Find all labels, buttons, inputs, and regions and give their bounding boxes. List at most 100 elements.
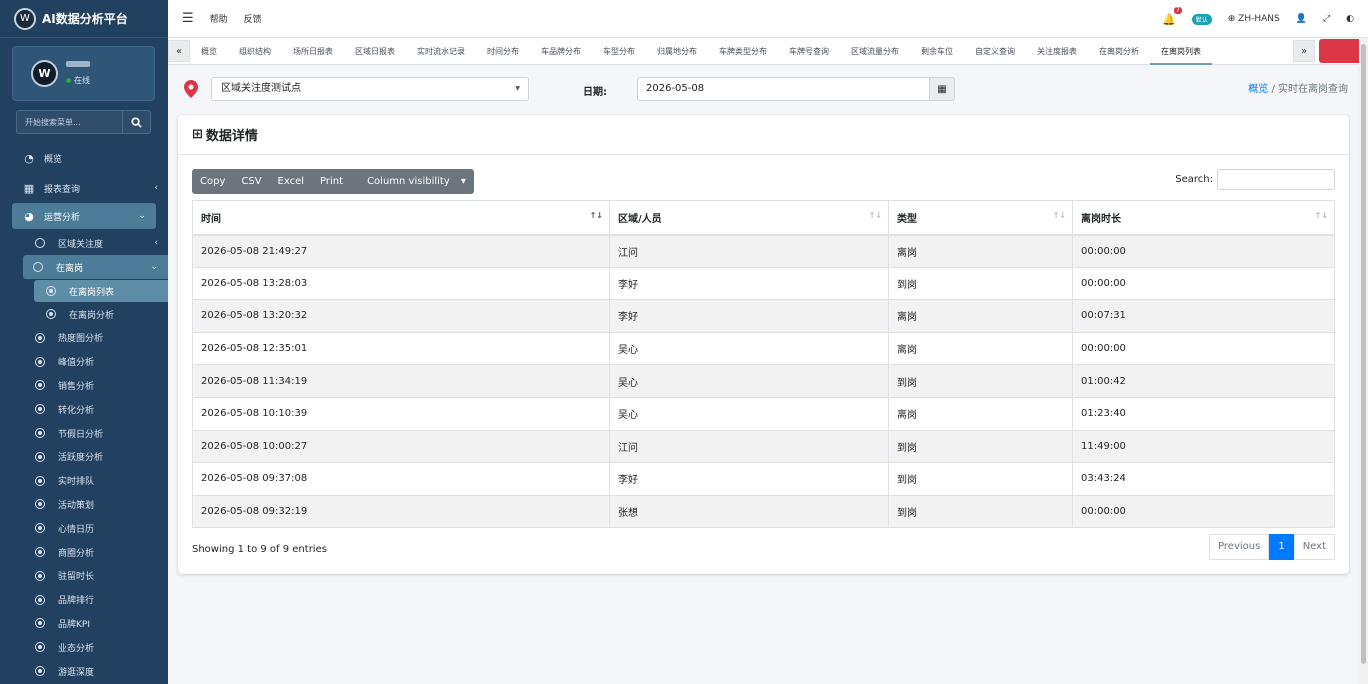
logo-icon: W <box>14 7 36 30</box>
sort-icon: ↑↓ <box>1314 211 1328 220</box>
tab-item[interactable]: 场所日报表 <box>282 38 344 65</box>
table-search-input[interactable] <box>1217 169 1335 190</box>
sidebar-item-onoff-list[interactable]: 在离岗列表 <box>34 280 168 302</box>
table-cell: 00:00:00 <box>1072 494 1335 529</box>
breadcrumb-home[interactable]: 概览 <box>1248 84 1268 95</box>
sidebar-item[interactable]: 实时排队 <box>0 469 168 493</box>
user-name <box>66 61 90 67</box>
tab-item[interactable]: 组织结构 <box>228 38 282 65</box>
sidebar-item[interactable]: 商圈分析 <box>0 540 168 564</box>
theme-palette-icon[interactable]: ◐ <box>1346 14 1354 24</box>
sidebar-item[interactable]: 品牌排行 <box>0 588 168 612</box>
copy-button[interactable]: Copy <box>192 169 233 194</box>
sidebar-search <box>16 110 151 134</box>
column-header-time[interactable]: 时间 ↑↓ <box>192 200 610 236</box>
page-1-button[interactable]: 1 <box>1269 534 1294 560</box>
calendar-button[interactable]: ▦ <box>929 77 955 101</box>
chevron-down-icon: ⌄ <box>138 211 146 221</box>
print-button[interactable]: Print <box>312 169 351 194</box>
previous-page-button[interactable]: Previous <box>1209 534 1270 560</box>
sidebar-item[interactable]: 节假日分析 <box>0 421 168 445</box>
table-cell: 2026-05-08 21:49:27 <box>192 234 610 268</box>
table-row: 2026-05-08 09:37:08 李好 到岗 03:43:24 <box>192 462 1335 496</box>
dot-circle-icon <box>35 594 45 605</box>
sidebar-item[interactable]: 活动策划 <box>0 493 168 517</box>
column-header-duration[interactable]: 离岗时长 ↑↓ <box>1072 200 1335 236</box>
table-row: 2026-05-08 10:00:27 江问 到岗 11:49:00 <box>192 429 1335 464</box>
tab-item[interactable]: 时间分布 <box>476 38 530 65</box>
close-tabs-button[interactable] <box>1319 39 1364 63</box>
sidebar-item-label: 在离岗 <box>56 263 84 274</box>
column-visibility-button[interactable]: Column visibility ▾ <box>351 169 474 194</box>
tab-item[interactable]: 在离岗分析 <box>1088 38 1150 65</box>
tab-item[interactable]: 区域日报表 <box>344 38 406 65</box>
sidebar-item[interactable]: 活跃度分析 <box>0 445 168 469</box>
table-cell: 江问 <box>609 234 889 268</box>
tab-item[interactable]: 车牌类型分布 <box>708 38 778 65</box>
sidebar-item[interactable]: 峰值分析 <box>0 350 168 374</box>
tab-item[interactable]: 实时流水记录 <box>406 38 476 65</box>
sidebar-item-label: 活跃度分析 <box>58 453 104 464</box>
default-badge[interactable]: 默认 <box>1191 13 1212 25</box>
dot-circle-icon <box>35 666 45 677</box>
sidebar-item[interactable]: 销售分析 <box>0 374 168 398</box>
sidebar-item-area-attention[interactable]: 区域关注度 ‹ <box>0 231 168 255</box>
sidebar-item-operations[interactable]: ◕ 运营分析 ⌄ <box>12 203 156 229</box>
sidebar-item[interactable]: 业态分析 <box>0 635 168 659</box>
sidebar-item[interactable]: 心情日历 <box>0 516 168 540</box>
brand[interactable]: W AI数据分析平台 <box>0 0 168 38</box>
scrollbar-thumb[interactable] <box>1361 44 1366 664</box>
page-scrollbar[interactable] <box>1359 38 1368 684</box>
excel-button[interactable]: Excel <box>270 169 313 194</box>
fullscreen-icon[interactable]: ⤢ <box>1323 14 1330 24</box>
date-input[interactable]: 2026-05-08 <box>637 77 930 101</box>
sidebar-item-onoff-analysis[interactable]: 在离岗分析 <box>0 302 168 326</box>
column-header-area-person[interactable]: 区域/人员 ↑↓ <box>609 200 889 236</box>
sidebar-item[interactable]: 热度图分析 <box>0 326 168 350</box>
notification-bell-icon[interactable]: 🔔 7 <box>1162 6 1182 26</box>
sidebar-item[interactable]: 驻留时长 <box>0 564 168 588</box>
next-page-button[interactable]: Next <box>1293 534 1335 560</box>
tab-item[interactable]: 在离岗列表 <box>1150 38 1212 65</box>
tab-scroll-left-button[interactable]: « <box>168 40 190 62</box>
language-selector[interactable]: ⊕ ZH-HANS <box>1228 14 1280 24</box>
sidebar-item-onoff-post[interactable]: 在离岗 ⌄ <box>23 255 168 279</box>
breadcrumb-current: 实时在离岗查询 <box>1278 84 1348 95</box>
area-select[interactable]: 区域关注度测试点 ▼ <box>211 77 529 101</box>
calendar-icon: ▦ <box>937 83 947 95</box>
sidebar-nav: ◔ 概览 ▦ 报表查询 ‹ ◕ 运营分析 ⌄ 区域关注度 ‹ 在离岗 ⌄ 在离岗… <box>0 143 168 683</box>
column-header-type[interactable]: 类型 ↑↓ <box>888 200 1073 236</box>
sidebar-item[interactable]: 游逛深度 <box>0 659 168 683</box>
help-link[interactable]: 帮助 <box>210 12 228 25</box>
notification-badge: 7 <box>1173 6 1182 14</box>
user-icon[interactable]: 👤 <box>1296 14 1307 24</box>
table-row: 2026-05-08 21:49:27 江问 离岗 00:00:00 <box>192 234 1335 268</box>
dot-circle-icon <box>35 523 45 534</box>
dot-circle-icon <box>35 332 45 343</box>
feedback-link[interactable]: 反馈 <box>244 12 262 25</box>
sidebar-item[interactable]: 转化分析 <box>0 397 168 421</box>
tab-scroll-right-button[interactable]: » <box>1293 40 1315 62</box>
dot-circle-icon <box>35 475 45 486</box>
tab-item[interactable]: 关注度报表 <box>1026 38 1088 65</box>
tab-item[interactable]: 车品牌分布 <box>530 38 592 65</box>
sidebar-item-overview[interactable]: ◔ 概览 <box>0 143 168 173</box>
table-cell: 2026-05-08 11:34:19 <box>192 364 610 398</box>
table-cell: 到岗 <box>888 494 1073 529</box>
sidebar-item-label: 商圈分析 <box>58 548 95 559</box>
search-button[interactable] <box>123 110 151 134</box>
tab-item[interactable]: 车牌号查询 <box>778 38 840 65</box>
sidebar-item[interactable]: 品牌KPI <box>0 612 168 636</box>
sidebar-search-input[interactable] <box>16 110 123 134</box>
tab-item[interactable]: 区域流量分布 <box>840 38 910 65</box>
sidebar-item-reports[interactable]: ▦ 报表查询 ‹ <box>0 173 168 203</box>
tab-item[interactable]: 归属地分布 <box>646 38 708 65</box>
tab-item[interactable]: 剩余车位 <box>910 38 964 65</box>
tab-item[interactable]: 车型分布 <box>592 38 646 65</box>
user-panel[interactable]: W 在线 <box>12 46 155 101</box>
tab-item[interactable]: 自定义查询 <box>964 38 1026 65</box>
csv-button[interactable]: CSV <box>233 169 269 194</box>
tab-item[interactable]: 概览 <box>190 38 228 65</box>
language-label: ZH-HANS <box>1238 14 1280 24</box>
hamburger-menu-icon[interactable]: ☰ <box>182 11 194 26</box>
